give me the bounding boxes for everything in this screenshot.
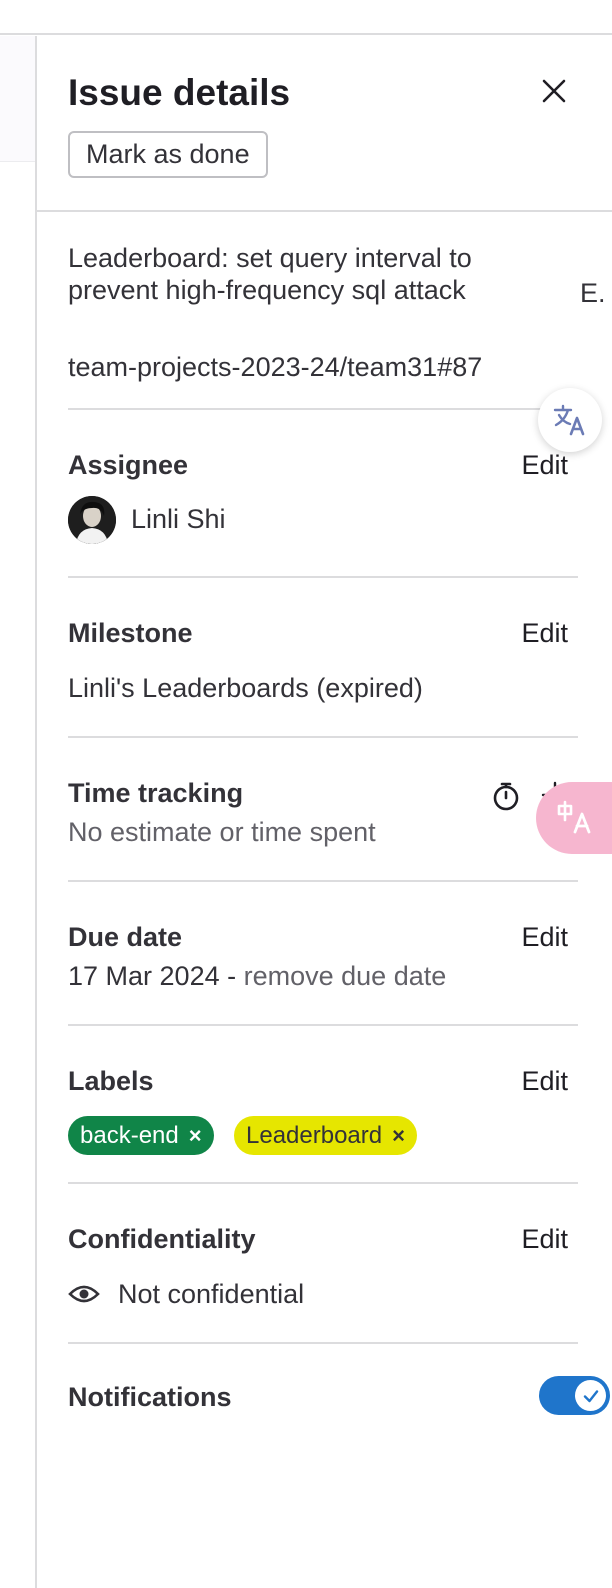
close-button[interactable] (537, 74, 571, 108)
top-bar (0, 0, 612, 35)
issue-title: Leaderboard: set query interval to preve… (68, 243, 472, 305)
main-content-stub (0, 36, 36, 162)
milestone-value[interactable]: Linli's Leaderboards (expired) (68, 673, 423, 704)
confidentiality-section: Confidentiality Edit Not confidential (68, 1182, 578, 1342)
confidentiality-heading: Confidentiality (68, 1224, 256, 1254)
label-chip-leaderboard[interactable]: Leaderboard × (234, 1116, 417, 1155)
avatar-image (68, 496, 116, 544)
remove-due-date-link[interactable]: remove due date (244, 961, 447, 991)
issue-summary: Leaderboard: set query interval to preve… (68, 242, 578, 382)
remove-label-icon[interactable]: × (392, 1123, 405, 1149)
eye-icon (68, 1285, 100, 1303)
remove-label-icon[interactable]: × (189, 1123, 202, 1149)
time-tracking-section: Time tracking No estimate or time spent (68, 736, 578, 880)
due-date-line: 17 Mar 2024 - remove due date (68, 961, 446, 992)
labels-edit-link[interactable]: Edit (521, 1066, 568, 1097)
assignee-edit-link[interactable]: Edit (521, 450, 568, 481)
translate-icon (553, 404, 585, 436)
labels-section: Labels Edit back-end × Leaderboard × (68, 1024, 578, 1182)
label-name: Leaderboard (246, 1121, 383, 1149)
stopwatch-icon[interactable] (490, 780, 522, 812)
close-icon (542, 79, 566, 103)
mark-as-done-button[interactable]: Mark as done (68, 131, 268, 178)
assignee-name[interactable]: Linli Shi (131, 504, 226, 535)
notifications-section: Notifications (68, 1342, 610, 1462)
confidentiality-value: Not confidential (118, 1279, 305, 1309)
drawer-title: Issue details (68, 72, 291, 113)
due-date-edit-link[interactable]: Edit (521, 922, 568, 953)
translate-side-button[interactable] (536, 782, 612, 854)
issue-reference[interactable]: team-projects-2023-24/team31#87 (68, 352, 482, 383)
due-date-section: Due date Edit 17 Mar 2024 - remove due d… (68, 880, 578, 1024)
assignee-heading: Assignee (68, 450, 189, 480)
milestone-section: Milestone Edit Linli's Leaderboards (exp… (68, 576, 578, 736)
time-tracking-heading: Time tracking (68, 778, 244, 808)
due-date-separator: - (219, 961, 244, 991)
confidentiality-edit-link[interactable]: Edit (521, 1224, 568, 1255)
milestone-edit-link[interactable]: Edit (521, 618, 568, 649)
issue-details-drawer: Issue details Mark as done Leaderboard: … (35, 36, 612, 1588)
notifications-heading: Notifications (68, 1382, 232, 1412)
time-tracking-value: No estimate or time spent (68, 817, 376, 847)
main-content-edge (0, 36, 36, 1588)
label-chip-back-end[interactable]: back-end × (68, 1116, 214, 1155)
drawer-header: Issue details Mark as done (37, 36, 612, 212)
assignee-section: Assignee Edit Linli Shi (68, 408, 578, 576)
labels-heading: Labels (68, 1066, 154, 1096)
translate-button[interactable] (538, 388, 602, 452)
check-icon (583, 1389, 598, 1402)
label-name: back-end (80, 1121, 179, 1149)
translate-icon (557, 800, 591, 834)
due-date-heading: Due date (68, 922, 183, 952)
toggle-knob (575, 1380, 606, 1411)
due-date-value: 17 Mar 2024 (68, 961, 220, 991)
issue-trailing-text: E. (580, 278, 606, 308)
milestone-heading: Milestone (68, 618, 193, 648)
notifications-toggle[interactable] (539, 1376, 610, 1415)
avatar[interactable] (68, 496, 116, 544)
